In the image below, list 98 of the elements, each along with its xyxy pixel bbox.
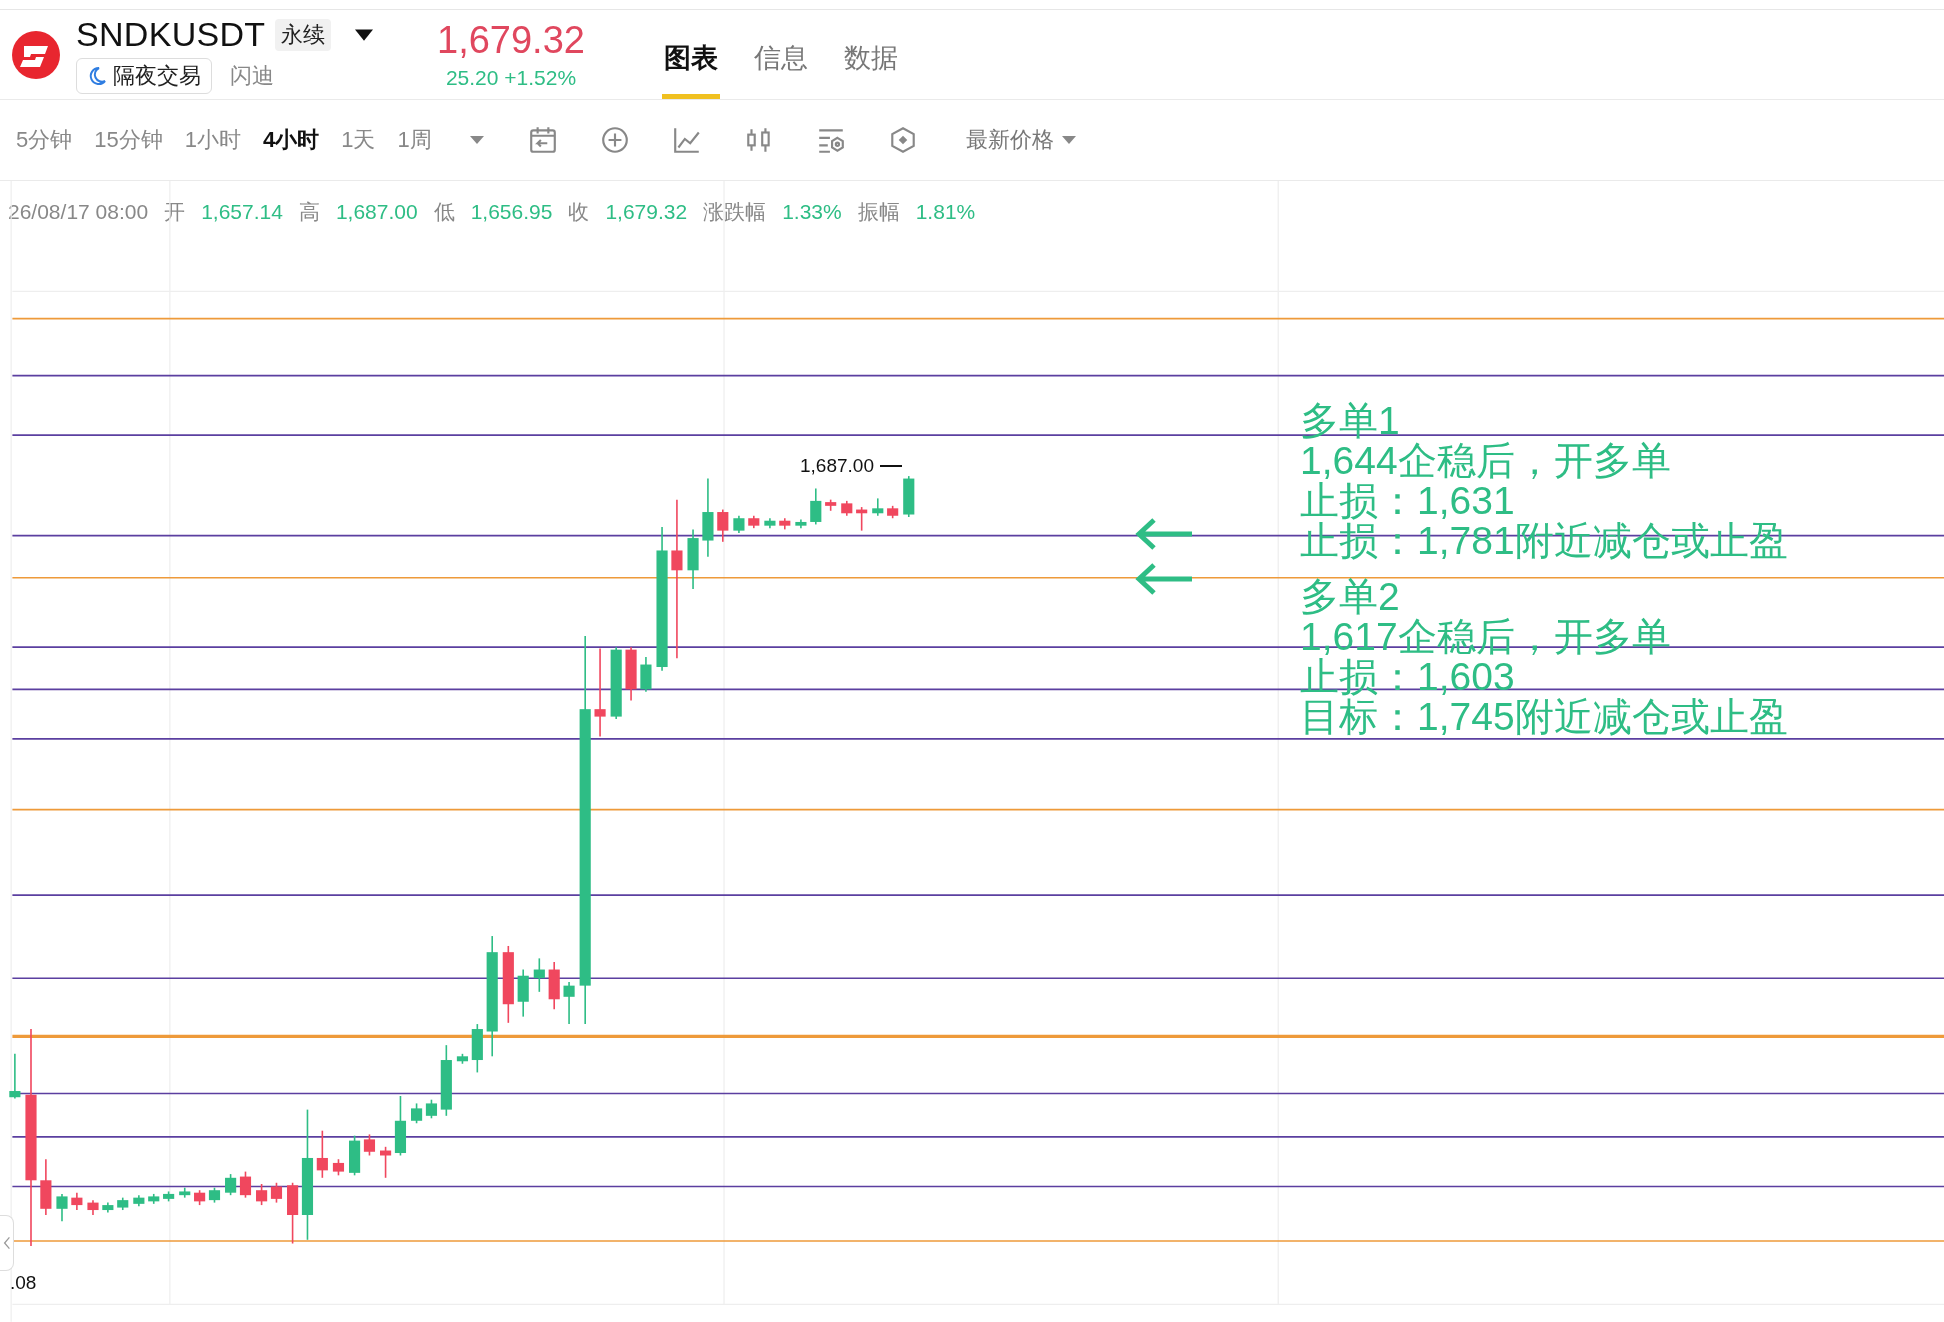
candlestick bbox=[810, 487, 822, 526]
ohlc-label: 涨跌幅 bbox=[703, 199, 767, 225]
candlestick bbox=[380, 1146, 392, 1179]
candlestick bbox=[887, 505, 899, 520]
candlestick bbox=[71, 1191, 83, 1211]
candlestick bbox=[208, 1186, 221, 1204]
candlestick bbox=[194, 1189, 206, 1206]
view-tab[interactable]: 图表 bbox=[662, 10, 720, 99]
ohlc-label: 开 bbox=[164, 199, 186, 225]
candlestick bbox=[349, 1134, 361, 1177]
dropdown-caret-icon[interactable] bbox=[469, 136, 484, 144]
candlestick bbox=[548, 961, 560, 1010]
candlestick bbox=[517, 968, 529, 1018]
candlestick bbox=[456, 1053, 468, 1065]
note-text: 1,644企稳后，开多单 bbox=[1300, 441, 1672, 481]
candle-time: 26/08/17 08:00 bbox=[8, 200, 149, 224]
candlestick bbox=[640, 656, 652, 693]
candlestick bbox=[163, 1190, 175, 1203]
ohlc-value: 1,687.00 bbox=[335, 200, 418, 224]
moon-icon bbox=[87, 66, 107, 86]
note-title: 多单1 bbox=[1300, 401, 1401, 441]
candlestick bbox=[563, 981, 575, 1025]
candlestick bbox=[179, 1186, 191, 1199]
interval-tab[interactable]: 4小时 bbox=[259, 123, 324, 157]
candlestick bbox=[872, 497, 884, 517]
ohlc-value: 1.33% bbox=[782, 200, 842, 224]
price-type-dropdown[interactable]: 最新价格 bbox=[959, 124, 1082, 156]
ohlc-label: 收 bbox=[568, 199, 590, 225]
candlestick bbox=[394, 1095, 407, 1157]
logo-icon bbox=[12, 30, 60, 79]
candlestick bbox=[56, 1193, 68, 1222]
caret-icon bbox=[1061, 136, 1076, 144]
candlestick bbox=[856, 506, 868, 532]
candlestick bbox=[363, 1133, 376, 1157]
candlestick bbox=[87, 1199, 99, 1216]
asset-name: 闪迪 bbox=[230, 62, 274, 90]
candlestick bbox=[117, 1196, 129, 1211]
ohlc-label: 高 bbox=[298, 199, 320, 225]
ohlc-value: 1.81% bbox=[915, 200, 976, 224]
leader-line bbox=[879, 465, 902, 467]
candlestick bbox=[411, 1102, 423, 1125]
candlestick bbox=[779, 517, 791, 531]
candlestick bbox=[687, 528, 699, 590]
candlestick bbox=[270, 1181, 283, 1204]
candlestick bbox=[717, 508, 729, 543]
note-text: 止损：1,603 bbox=[1300, 657, 1516, 697]
candlestick bbox=[471, 1023, 483, 1074]
high-price-label: 1,687.00 bbox=[800, 455, 874, 477]
ohlc-value: 1,679.32 bbox=[605, 200, 688, 224]
ohlc-label: 低 bbox=[433, 199, 455, 225]
line-chart-icon[interactable] bbox=[671, 125, 702, 155]
candlestick bbox=[239, 1170, 252, 1199]
candlestick bbox=[148, 1193, 160, 1205]
note-text: 目标：1,745附近减仓或止盈 bbox=[1300, 697, 1788, 737]
candlestick bbox=[256, 1183, 268, 1206]
candlestick bbox=[133, 1194, 145, 1208]
candlestick bbox=[425, 1098, 438, 1120]
chevron-left-icon bbox=[2, 1235, 11, 1251]
left-arrow-icon bbox=[1133, 562, 1195, 596]
candlestick bbox=[332, 1158, 345, 1177]
symbol-title: SNDKUSDT bbox=[76, 15, 266, 54]
candlestick bbox=[287, 1181, 299, 1245]
interval-tab[interactable]: 1小时 bbox=[180, 123, 245, 157]
interval-tab[interactable]: 1天 bbox=[337, 123, 380, 157]
collapse-handle[interactable] bbox=[0, 1215, 14, 1271]
ohlc-value: 1,656.95 bbox=[470, 200, 553, 224]
candlestick bbox=[625, 646, 637, 702]
ohlc-label: 振幅 bbox=[857, 199, 900, 225]
candlestick bbox=[102, 1201, 114, 1214]
candlestick bbox=[903, 475, 915, 518]
left-arrow-icon bbox=[1133, 517, 1195, 551]
interval-tab[interactable]: 15分钟 bbox=[90, 123, 167, 157]
candlestick bbox=[225, 1173, 237, 1196]
last-price: 1,679.32 bbox=[437, 19, 585, 62]
price-change: 25.20 +1.52% bbox=[445, 66, 577, 90]
time-axis-label: .08 bbox=[10, 1272, 37, 1294]
candlestick bbox=[795, 518, 807, 529]
view-tab[interactable]: 信息 bbox=[752, 10, 810, 99]
view-tab[interactable]: 数据 bbox=[842, 10, 900, 99]
candlestick bbox=[316, 1129, 328, 1179]
caret-icon[interactable] bbox=[355, 28, 374, 41]
ohlc-value: 1,657.14 bbox=[201, 200, 283, 224]
note-title: 多单2 bbox=[1300, 577, 1401, 617]
candlestick bbox=[733, 514, 745, 534]
calendar-icon[interactable] bbox=[527, 125, 558, 155]
interval-tab[interactable]: 5分钟 bbox=[12, 123, 77, 157]
candlestick bbox=[841, 500, 853, 517]
plus-circle-icon[interactable] bbox=[599, 125, 630, 155]
candlestick bbox=[533, 957, 545, 993]
interval-tab[interactable]: 1周 bbox=[393, 123, 436, 157]
candlestick bbox=[748, 514, 760, 529]
candlestick bbox=[764, 517, 776, 529]
note-text: 止损：1,631 bbox=[1300, 481, 1516, 521]
contract-type-tag: 永续 bbox=[275, 18, 332, 51]
candlestick bbox=[825, 498, 837, 512]
overnight-trading-button[interactable]: 隔夜交易 bbox=[76, 58, 212, 94]
candlestick bbox=[9, 1053, 21, 1100]
candlestick bbox=[40, 1158, 52, 1216]
